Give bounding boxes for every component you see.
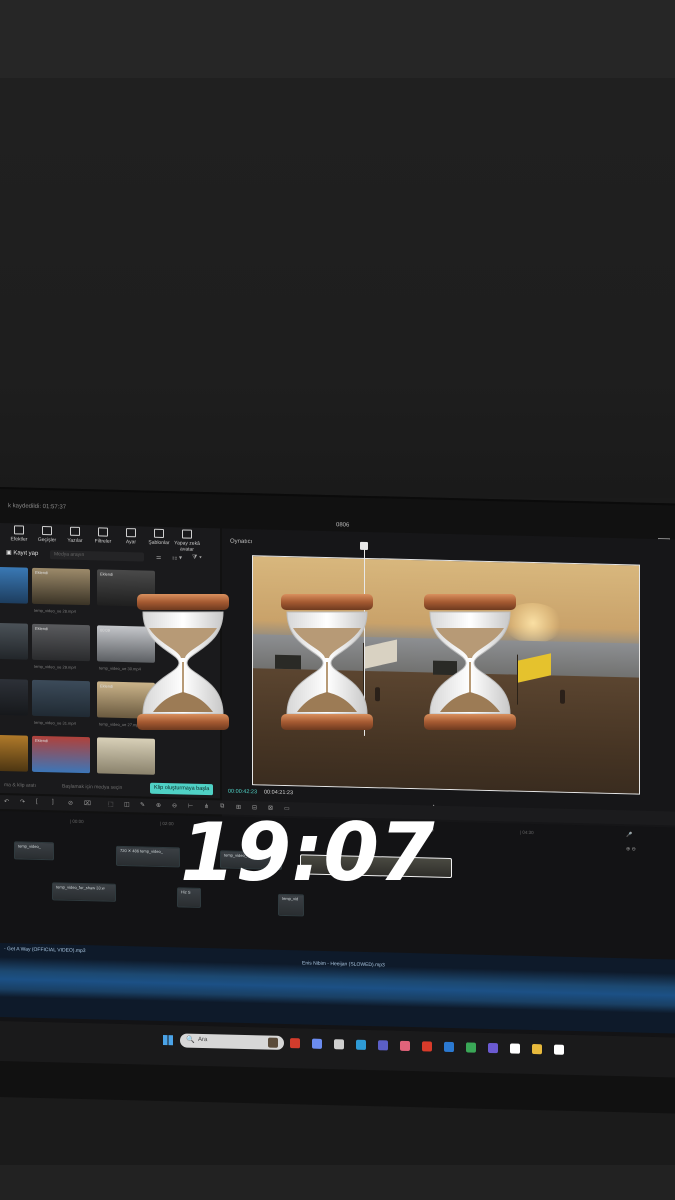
teams-icon[interactable] — [378, 1040, 388, 1051]
tab-icon — [70, 526, 80, 536]
record-button[interactable]: ▣ Kayıt yap — [6, 549, 38, 557]
media-search-input[interactable]: Medya arayın — [50, 550, 144, 562]
top-strip — [0, 0, 675, 78]
toolbar-tool-icon[interactable]: ⊘ — [68, 800, 73, 807]
timeline-clip[interactable]: temp_video_for_shaw 33.w — [52, 882, 116, 902]
tab-icon — [126, 528, 136, 538]
audio-label: - Get A Way (OFFICIAL VIDEO).mp3 — [4, 946, 86, 955]
copilot-icon[interactable] — [312, 1038, 322, 1049]
total-time: 00:04:21:23 — [264, 789, 294, 797]
clip-label: 720 ✕ 486 temp_video_ — [120, 847, 163, 854]
ruler-tick: | 02:00 — [160, 820, 174, 827]
toolbar-tool-icon[interactable]: ⊕ — [156, 802, 161, 809]
tab-icon — [98, 527, 108, 537]
media-tab[interactable]: Yapay zekâ avatar — [170, 529, 204, 553]
acrobat-icon[interactable] — [422, 1041, 432, 1052]
tab-label: Yazılar — [67, 537, 83, 545]
thumbnail-label: temp_video_ue 28.mp4 — [34, 607, 76, 614]
start-clip-button[interactable]: Klip oluşturmaya başla — [150, 782, 214, 796]
photoshop-icon[interactable] — [444, 1041, 454, 1053]
mic-icon[interactable]: 🎤 — [626, 832, 632, 838]
bottom-strip — [0, 1165, 675, 1200]
media-thumbnail[interactable] — [0, 734, 28, 772]
person — [560, 689, 565, 704]
media-thumbnail[interactable]: Eklendi — [32, 567, 90, 606]
tab-icon — [154, 528, 164, 539]
search-icon: 🔍 — [186, 1036, 195, 1044]
toolbar-tool-icon[interactable]: ↶ — [4, 798, 9, 805]
current-time: 00:00:42:23 — [228, 788, 258, 796]
filter-icon[interactable]: ⧩ ▾ — [192, 555, 202, 562]
rabbit-icon[interactable] — [268, 1037, 278, 1048]
media-hint-left: ma & klip aratı — [4, 782, 36, 789]
folder-icon[interactable] — [532, 1044, 542, 1055]
toolbar-tool-icon[interactable]: ⌧ — [84, 800, 91, 807]
thumbnail-tag: Eklendi — [35, 569, 49, 576]
sort-icon[interactable]: ⚏ ▾ — [172, 554, 182, 561]
background-wall — [0, 78, 675, 498]
edge-icon[interactable] — [356, 1039, 366, 1050]
tab-label: Filtreler — [94, 538, 112, 545]
thumbnail-label: temp_video_ue 29.mp4 — [34, 663, 76, 670]
tab-label: Geçişler — [37, 536, 57, 544]
media-thumbnail[interactable] — [97, 737, 155, 775]
clock-overlay: 19:07 — [180, 806, 435, 899]
capcut2-icon[interactable] — [554, 1044, 564, 1055]
tab-icon — [14, 525, 24, 535]
premiere-icon[interactable] — [488, 1042, 498, 1054]
tab-icon — [42, 526, 52, 536]
toolbar-tool-icon[interactable]: ↷ — [20, 798, 25, 805]
window-icon[interactable] — [334, 1039, 344, 1050]
thumbnail-label: temp_video_ue 31.mp4 — [34, 719, 76, 726]
app-title: k kaydedildi: 01:57:37 — [8, 503, 67, 511]
ruler-tick: | 00:00 — [70, 818, 84, 825]
ruler-tick: | 04:30 — [520, 829, 534, 836]
grid-view-icon[interactable]: ⚌ — [156, 554, 161, 561]
thumbnail-tag: Eklendi — [100, 683, 114, 689]
toolbar-tool-icon[interactable]: ◫ — [124, 801, 130, 808]
tab-label: Yapay zekâ avatar — [174, 540, 200, 553]
toolbar-tool-icon[interactable]: ⬚ — [108, 801, 114, 808]
capcut-icon[interactable] — [510, 1043, 520, 1054]
media-thumbnail[interactable] — [0, 678, 28, 716]
person — [375, 687, 380, 702]
chrome-icon[interactable] — [466, 1042, 476, 1053]
thumbnail-tag: 00:09 — [100, 627, 111, 633]
media-thumbnail[interactable]: Eklendi — [32, 735, 90, 774]
hourglass-icon — [424, 594, 516, 730]
media-hint: Başlamak için medya seçin — [62, 783, 123, 791]
toolbar-tool-icon[interactable]: ⊖ — [172, 802, 177, 809]
thumbnail-tag: Eklendi — [35, 625, 49, 632]
app-center-label: 0806 — [336, 522, 350, 529]
record-label: Kayıt yap — [13, 550, 39, 557]
tab-label: Efektler — [10, 536, 28, 543]
media-thumbnail[interactable]: 00:15 — [0, 566, 28, 604]
timeline-clip[interactable]: temp_video_ — [14, 841, 54, 861]
app-red-icon[interactable] — [290, 1038, 300, 1049]
search-placeholder: Ara — [198, 1036, 208, 1044]
clip-label: temp_video_for_shaw 33.w — [56, 884, 105, 891]
thumbnail-tag: Eklendi — [35, 737, 49, 744]
photos-icon[interactable] — [400, 1040, 410, 1052]
toolbar-tool-icon[interactable]: ✎ — [140, 801, 145, 808]
tab-label: Ayar — [125, 539, 137, 546]
timeline-clip[interactable]: 720 ✕ 486 temp_video_ — [116, 845, 180, 868]
zoom-icons[interactable]: ⊕ ⊖ — [626, 846, 636, 852]
media-thumbnail[interactable] — [0, 622, 28, 660]
hourglass-icon — [137, 594, 229, 730]
thumbnail-tag: Eklendi — [100, 571, 114, 577]
media-thumbnail[interactable]: Eklendi — [32, 623, 90, 662]
toolbar-tool-icon[interactable]: [ — [36, 799, 38, 805]
player-title: Oynatıcı — [230, 538, 253, 546]
hourglass-icon — [281, 594, 373, 730]
toolbar-tool-icon[interactable]: ] — [52, 799, 54, 805]
monitor-screen: k kaydedildi: 01:57:37 0806 Efektler Geçi… — [0, 487, 675, 1114]
clip-label: temp_video_ — [18, 843, 41, 849]
tab-label: Şablonlar — [148, 539, 170, 547]
media-thumbnail[interactable] — [32, 679, 90, 718]
windows-start-icon[interactable] — [163, 1034, 173, 1046]
tab-icon — [182, 529, 192, 539]
